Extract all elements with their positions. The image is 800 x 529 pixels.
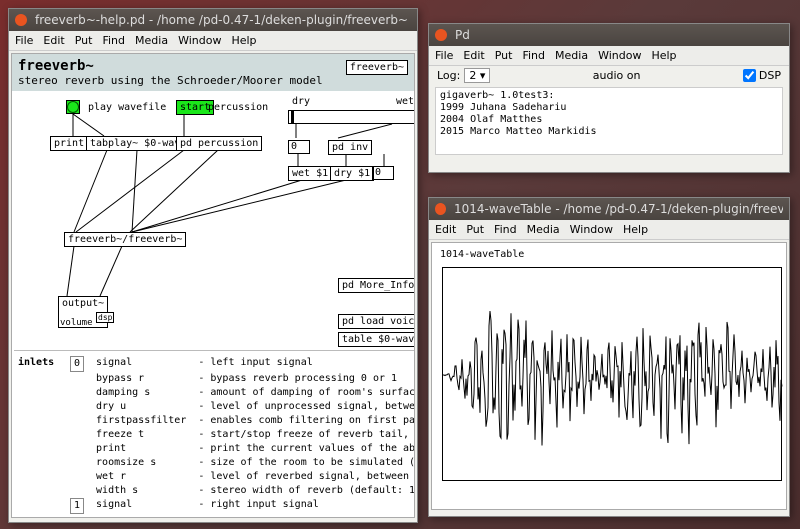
close-icon[interactable] (435, 29, 447, 41)
console-output: gigaverb~ 1.0test3:1999 Juhana Sadehariu… (435, 87, 783, 155)
label-volume: volume (60, 318, 93, 328)
inlet-row: wet r- level of reverbed signal, between… (64, 470, 415, 484)
log-spinbox[interactable]: 2 ▾ (464, 68, 490, 83)
log-label: Log: (437, 69, 460, 82)
close-icon[interactable] (435, 203, 446, 215)
menubar: File Edit Put Find Media Window Help (9, 31, 417, 51)
menu-edit[interactable]: Edit (435, 223, 456, 236)
array-name: 1014-waveTable (440, 249, 524, 260)
menu-find[interactable]: Find (494, 223, 517, 236)
waveform-icon (443, 268, 783, 482)
label-play: play wavefile (88, 102, 166, 113)
wavetable-window: 1014-waveTable - /home /pd-0.47-1/deken-… (428, 197, 790, 517)
menu-media[interactable]: Media (555, 49, 588, 62)
menu-window[interactable]: Window (178, 34, 221, 47)
menu-help[interactable]: Help (651, 49, 676, 62)
waveform-display[interactable] (442, 267, 782, 481)
dsp-check-input[interactable] (743, 69, 756, 82)
wave-canvas[interactable]: 1014-waveTable (431, 242, 787, 510)
inlet-row: print- print the current values of the a… (64, 442, 415, 456)
inlet-row: firstpassfilter- enables comb filtering … (64, 414, 415, 428)
window-title: Pd (455, 28, 470, 42)
menu-put[interactable]: Put (75, 34, 93, 47)
menu-window[interactable]: Window (598, 49, 641, 62)
titlebar[interactable]: Pd (429, 24, 789, 46)
menu-edit[interactable]: Edit (43, 34, 64, 47)
menu-help[interactable]: Help (623, 223, 648, 236)
num-wet[interactable]: 0 (372, 166, 394, 180)
badge: freeverb~ (346, 60, 408, 75)
menu-help[interactable]: Help (231, 34, 256, 47)
dsp-checkbox[interactable]: DSP (743, 69, 781, 82)
log-row: Log: 2 ▾ audio on DSP (429, 66, 789, 85)
obj-pd-inv[interactable]: pd inv (328, 140, 372, 155)
titlebar[interactable]: 1014-waveTable - /home /pd-0.47-1/deken-… (429, 198, 789, 220)
inlets-section: inlets 0signal- left input signalbypass … (14, 356, 415, 514)
patch-canvas[interactable]: freeverb~ stereo reverb using the Schroe… (11, 53, 415, 518)
menu-file[interactable]: File (15, 34, 33, 47)
obj-freeverb[interactable]: freeverb~/freeverb~ (64, 232, 186, 247)
inlet-row: damping s- amount of damping of room's s… (64, 386, 415, 400)
obj-pd-percussion[interactable]: pd percussion (176, 136, 262, 151)
menu-window[interactable]: Window (570, 223, 613, 236)
menu-file[interactable]: File (435, 49, 453, 62)
titlebar[interactable]: freeverb~-help.pd - /home /pd-0.47-1/dek… (9, 9, 417, 31)
inlet-row: freeze t- start/stop freeze of reverb ta… (64, 428, 415, 442)
menu-put[interactable]: Put (495, 49, 513, 62)
inlet-row: width s- stereo width of reverb (default… (64, 484, 415, 498)
pd-console-window: Pd File Edit Put Find Media Window Help … (428, 23, 790, 173)
spin-arrows-icon[interactable]: ▾ (480, 69, 486, 82)
inlet-row: dry u- level of unprocessed signal, betw… (64, 400, 415, 414)
obj-load-voice[interactable]: pd load voice (338, 314, 415, 329)
audio-status: audio on (593, 69, 641, 82)
inlet-row: 1signal - right input signal (64, 498, 415, 514)
inlet-row: 0signal- left input signal (64, 356, 415, 372)
menu-put[interactable]: Put (466, 223, 484, 236)
header-band: freeverb~ stereo reverb using the Schroe… (12, 54, 414, 91)
close-icon[interactable] (15, 14, 27, 26)
menu-edit[interactable]: Edit (463, 49, 484, 62)
menu-media[interactable]: Media (135, 34, 168, 47)
menubar: Edit Put Find Media Window Help (429, 220, 789, 240)
help-window: freeverb~-help.pd - /home /pd-0.47-1/dek… (8, 8, 418, 523)
window-title: 1014-waveTable - /home /pd-0.47-1/deken-… (454, 202, 783, 216)
inlets-heading: inlets (18, 356, 54, 370)
inlet-row: roomsize s- size of the room to be simul… (64, 456, 415, 470)
menu-find[interactable]: Find (102, 34, 125, 47)
menubar: File Edit Put Find Media Window Help (429, 46, 789, 66)
msg-wet[interactable]: wet $1 (288, 166, 332, 181)
menu-find[interactable]: Find (522, 49, 545, 62)
obj-table[interactable]: table $0-waveTabl (338, 332, 415, 347)
label-wet: wet (396, 96, 414, 107)
window-title: freeverb~-help.pd - /home /pd-0.47-1/dek… (35, 13, 408, 27)
obj-more-info[interactable]: pd More_Info (338, 278, 415, 293)
inlet-row: bypass r- bypass reverb processing 0 or … (64, 372, 415, 386)
num-dry[interactable]: 0 (288, 140, 310, 154)
label-dry: dry (292, 96, 310, 107)
slider-drywet[interactable] (288, 110, 415, 124)
msg-dry[interactable]: dry $1 (330, 166, 374, 181)
bang-play[interactable] (66, 100, 80, 114)
inlets-table: 0signal- left input signalbypass r- bypa… (64, 356, 415, 514)
label-percussion: percussion (208, 102, 268, 113)
menu-media[interactable]: Media (527, 223, 560, 236)
object-subtitle: stereo reverb using the Schroeder/Moorer… (18, 74, 408, 87)
toggle-dsp[interactable]: dsp (96, 312, 114, 323)
